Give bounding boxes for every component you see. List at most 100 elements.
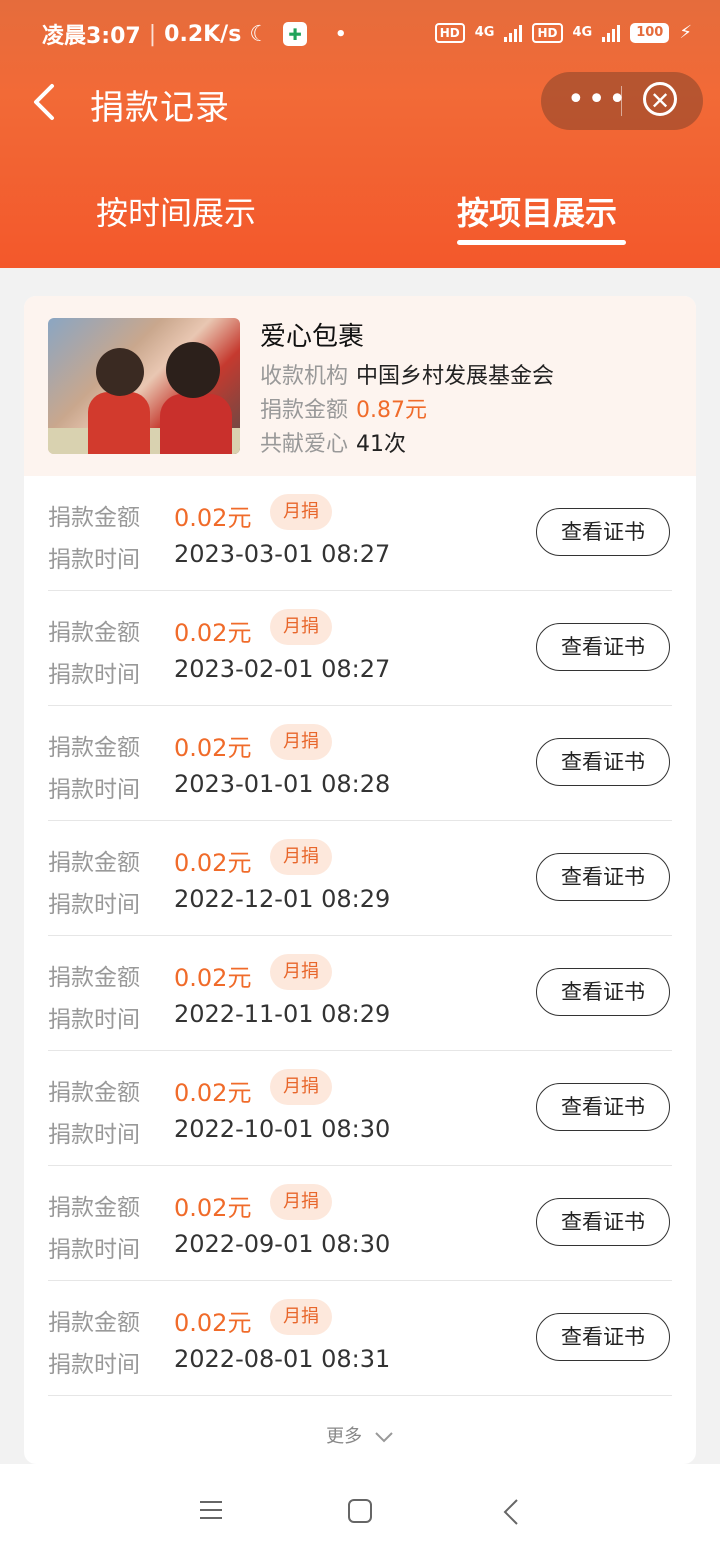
- back-arrow-icon: [34, 84, 54, 120]
- photo-child-2-head: [166, 342, 220, 398]
- active-tab-indicator: [457, 240, 626, 245]
- header-background: 凌晨3:07 | 0.2K/s ☾ ✚ • HD 4G HD 4G 100 ⚡ …: [0, 0, 720, 268]
- monthly-badge: 月捐: [270, 724, 332, 760]
- amount-label: 捐款金额: [48, 965, 140, 991]
- donation-row: 捐款金额 0.02元 月捐 捐款时间 2022-11-01 08:29 查看证书: [48, 936, 672, 1051]
- more-dots-icon[interactable]: •••: [567, 85, 629, 115]
- status-left: 凌晨3:07 | 0.2K/s ☾ ✚ •: [42, 18, 347, 50]
- amount-label: 捐款金额: [48, 850, 140, 876]
- network-speed: 0.2K/s: [164, 21, 242, 47]
- more-label: 更多: [326, 1426, 363, 1447]
- donation-time: 2023-02-01 08:27: [174, 655, 391, 683]
- donation-time: 2022-08-01 08:31: [174, 1345, 391, 1373]
- battery-indicator: 100: [630, 22, 670, 43]
- monthly-badge: 月捐: [270, 609, 332, 645]
- project-amount: 捐款金额 0.87元: [260, 392, 427, 424]
- donation-row: 捐款金额 0.02元 月捐捐款时间 2023-03-01 08:27 查看证书: [48, 476, 672, 591]
- charging-icon: ⚡: [679, 22, 692, 43]
- project-count: 共献爱心 41次: [260, 426, 406, 458]
- amount-label: 捐款金额: [48, 735, 140, 761]
- amount-value: 0.87元: [356, 398, 428, 423]
- monthly-badge: 月捐: [270, 1299, 332, 1335]
- view-certificate-button[interactable]: 查看证书: [536, 738, 670, 786]
- chevron-down-icon: [375, 1432, 393, 1443]
- amount-label: 捐款金额: [260, 398, 349, 423]
- close-circle-icon[interactable]: ✕: [643, 82, 677, 116]
- project-photo: [48, 318, 240, 454]
- view-certificate-button[interactable]: 查看证书: [536, 1083, 670, 1131]
- tab-bar: 按时间展示 按项目展示: [0, 188, 720, 252]
- donation-amount: 0.02元: [174, 504, 252, 532]
- status-separator: |: [148, 21, 157, 47]
- org-value: 中国乡村发展基金会: [356, 364, 555, 389]
- donation-row: 捐款金额 0.02元 月捐 捐款时间 2022-12-01 08:29 查看证书: [48, 821, 672, 936]
- donation-row: 捐款金额 0.02元 月捐 捐款时间 2023-01-01 08:28 查看证书: [48, 706, 672, 821]
- network-type-2: 4G: [572, 25, 593, 40]
- donation-time: 2023-01-01 08:28: [174, 770, 391, 798]
- status-bar: 凌晨3:07 | 0.2K/s ☾ ✚ • HD 4G HD 4G 100 ⚡: [0, 0, 720, 52]
- monthly-badge: 月捐: [270, 494, 332, 530]
- time-label: 捐款时间: [48, 892, 140, 918]
- project-summary[interactable]: 爱心包裹 收款机构 中国乡村发展基金会 捐款金额 0.87元 共献爱心 41次: [24, 296, 696, 476]
- status-time: 凌晨3:07: [42, 24, 141, 49]
- donation-row: 捐款金额 0.02元 月捐 捐款时间 2022-10-01 08:30 查看证书: [48, 1051, 672, 1166]
- tab-by-time[interactable]: 按时间展示: [96, 188, 256, 234]
- system-navigation-bar: [0, 1464, 720, 1560]
- donation-amount: 0.02元: [174, 619, 252, 647]
- donation-amount: 0.02元: [174, 1309, 252, 1337]
- count-label: 共献爱心: [260, 432, 349, 457]
- view-certificate-button[interactable]: 查看证书: [536, 853, 670, 901]
- hd-badge-1: HD: [434, 22, 465, 43]
- amount-label: 捐款金额: [48, 505, 140, 531]
- monthly-badge: 月捐: [270, 1069, 332, 1105]
- dot-icon: •: [335, 23, 347, 45]
- view-certificate-button[interactable]: 查看证书: [536, 968, 670, 1016]
- donation-card: 爱心包裹 收款机构 中国乡村发展基金会 捐款金额 0.87元 共献爱心 41次 捐款金…: [24, 296, 696, 1464]
- view-certificate-button[interactable]: 查看证书: [536, 508, 670, 556]
- donation-amount: 0.02元: [174, 964, 252, 992]
- monthly-badge: 月捐: [270, 839, 332, 875]
- donation-time: 2022-12-01 08:29: [174, 885, 391, 913]
- donation-amount: 0.02元: [174, 734, 252, 762]
- donation-time: 2023-03-01 08:27: [174, 540, 391, 568]
- time-label: 捐款时间: [48, 1237, 140, 1263]
- home-icon[interactable]: [347, 1498, 373, 1524]
- moon-icon: ☾: [249, 21, 270, 47]
- tab-by-project[interactable]: 按项目展示: [457, 188, 617, 234]
- status-right: HD 4G HD 4G 100 ⚡: [434, 22, 692, 43]
- time-label: 捐款时间: [48, 547, 140, 573]
- donation-row: 捐款金额 0.02元 月捐 捐款时间 2022-08-01 08:31 查看证书: [48, 1281, 672, 1396]
- page-title: 捐款记录: [90, 88, 230, 128]
- photo-child-1: [88, 392, 150, 454]
- donation-row: 捐款金额 0.02元 月捐 捐款时间 2022-09-01 08:30 查看证书: [48, 1166, 672, 1281]
- menu-icon[interactable]: [198, 1498, 224, 1522]
- view-certificate-button[interactable]: 查看证书: [536, 1198, 670, 1246]
- shield-icon: ✚: [283, 22, 308, 46]
- time-label: 捐款时间: [48, 1122, 140, 1148]
- navigation-bar: 捐款记录 ••• ✕: [0, 62, 720, 142]
- back-button[interactable]: [28, 80, 68, 124]
- org-label: 收款机构: [260, 364, 349, 389]
- count-value: 41次: [356, 432, 407, 457]
- donation-row: 捐款金额 0.02元 月捐 捐款时间 2023-02-01 08:27 查看证书: [48, 591, 672, 706]
- donation-time: 2022-10-01 08:30: [174, 1115, 391, 1143]
- mini-program-capsule: ••• ✕: [541, 72, 703, 130]
- back-nav-icon[interactable]: [502, 1498, 520, 1526]
- photo-child-1-head: [96, 348, 144, 396]
- view-certificate-button[interactable]: 查看证书: [536, 623, 670, 671]
- amount-label: 捐款金额: [48, 620, 140, 646]
- project-org: 收款机构 中国乡村发展基金会: [260, 358, 554, 390]
- more-button[interactable]: 更多: [24, 1422, 696, 1448]
- amount-label: 捐款金额: [48, 1310, 140, 1336]
- photo-child-2: [160, 394, 232, 454]
- amount-label: 捐款金额: [48, 1195, 140, 1221]
- project-title: 爱心包裹: [260, 322, 365, 352]
- donation-time: 2022-11-01 08:29: [174, 1000, 391, 1028]
- network-type-1: 4G: [474, 25, 495, 40]
- donation-amount: 0.02元: [174, 1079, 252, 1107]
- view-certificate-button[interactable]: 查看证书: [536, 1313, 670, 1361]
- monthly-badge: 月捐: [270, 954, 332, 990]
- signal-icon: [602, 24, 621, 42]
- hd-badge-2: HD: [532, 22, 563, 43]
- signal-icon: [504, 24, 523, 42]
